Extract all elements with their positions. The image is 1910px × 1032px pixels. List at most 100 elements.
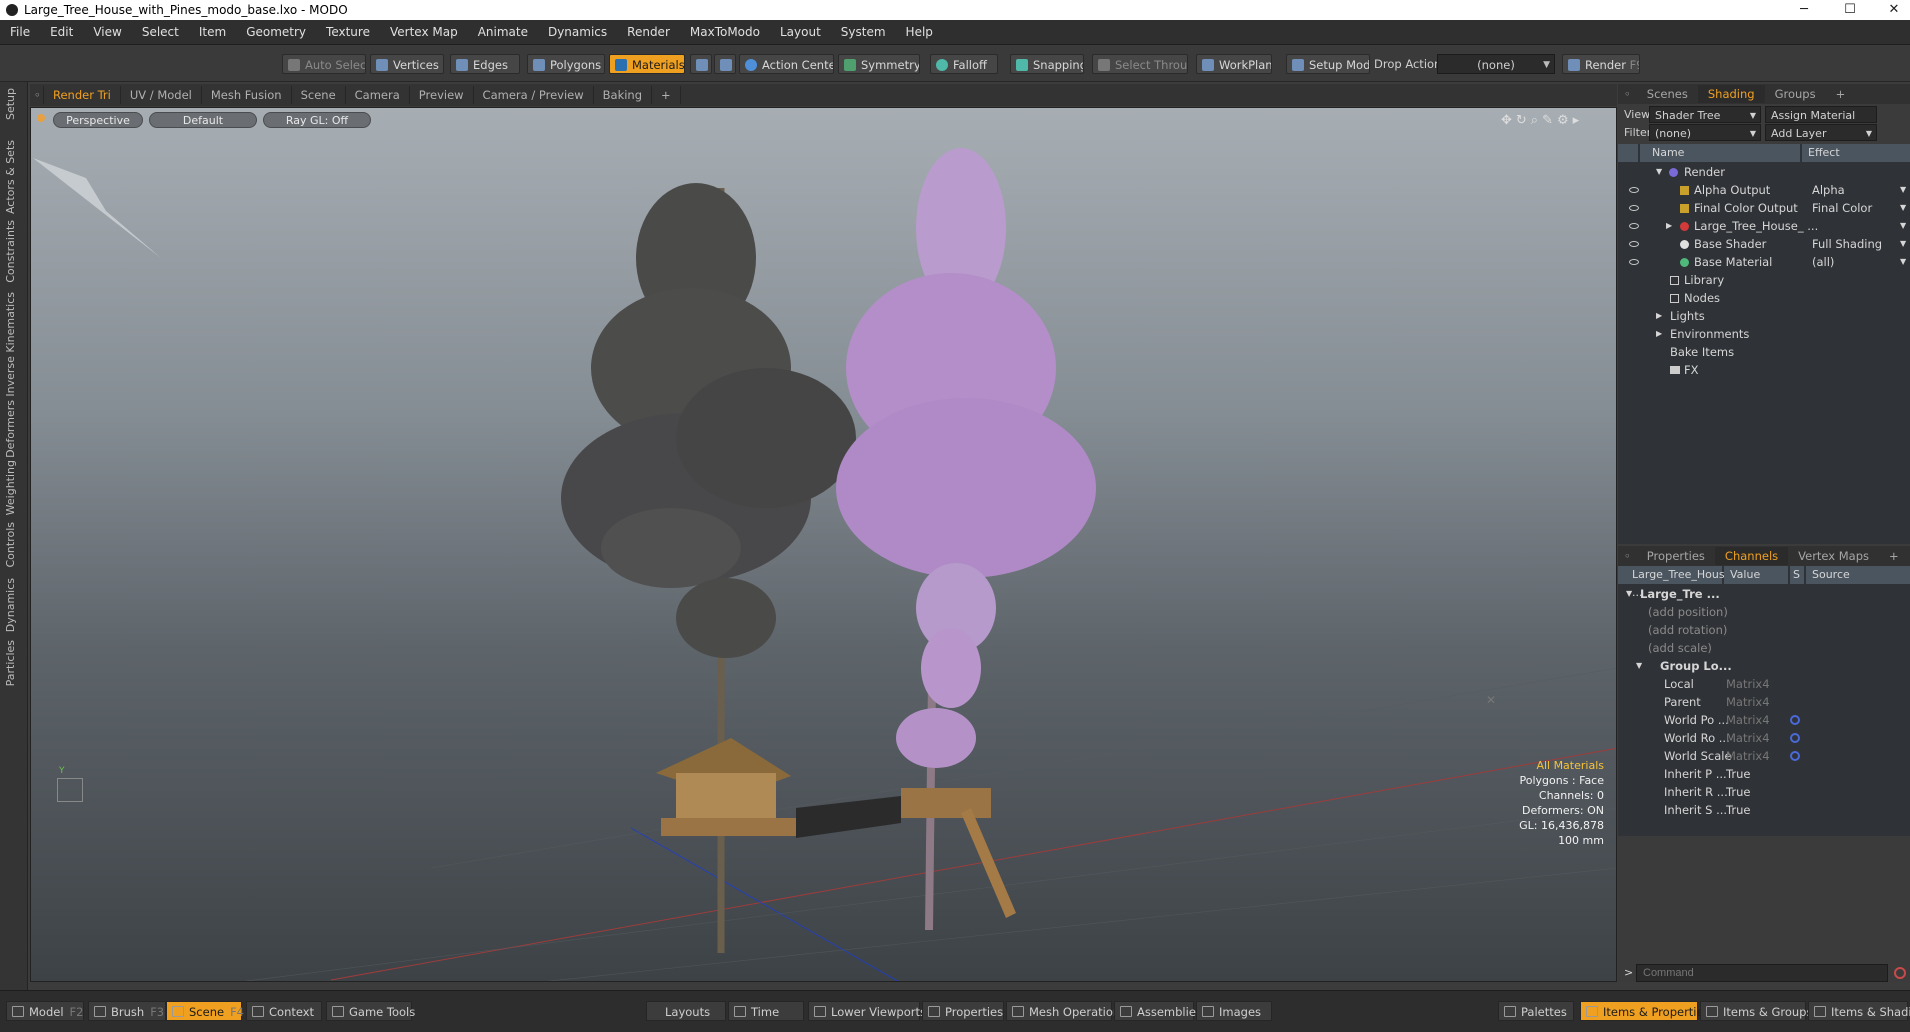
menu-edit[interactable]: Edit [40,25,83,39]
tab-controls[interactable]: Controls [4,522,17,568]
tree-row-large-tree-house[interactable]: ▶ Large_Tree_House_ ... ▼ [1618,217,1910,235]
edges-button[interactable]: Edges [450,54,520,74]
select-through-button[interactable]: Select Through [1092,54,1188,74]
s-column-header[interactable]: S [1790,566,1804,584]
tab-scenes[interactable]: Scenes [1637,85,1698,103]
render-button[interactable]: Render F9 [1562,54,1640,74]
symmetry-button[interactable]: Symmetry [838,54,920,74]
tree-row-library[interactable]: Library [1618,271,1910,289]
images-button[interactable]: Images [1196,1001,1272,1021]
menu-texture[interactable]: Texture [316,25,380,39]
auto-select-button[interactable]: Auto Select [282,54,366,74]
source-column-header[interactable]: Source [1806,566,1910,584]
panel-menu-icon[interactable]: ◦ [1618,547,1637,565]
expand-arrow-icon[interactable]: ▶ [1656,325,1662,343]
menu-item[interactable]: Item [189,25,236,39]
items-shading-button[interactable]: Items & Shading [1808,1001,1910,1021]
tree-row-base-shader[interactable]: Base Shader Full Shading ▼ [1618,235,1910,253]
panel-menu-icon[interactable]: ◦ [1618,85,1637,103]
vertices-button[interactable]: Vertices [370,54,444,74]
value-column-header[interactable]: Value [1724,566,1788,584]
3d-viewport[interactable]: Perspective Default Ray GL: Off ✥↻⌕✎⚙▸ Y… [30,107,1617,982]
chevron-down-icon[interactable]: ▼ [1900,235,1906,253]
tree-row-base-material[interactable]: Base Material (all) ▼ [1618,253,1910,271]
tab-mesh-fusion[interactable]: Mesh Fusion [202,86,292,104]
channel-row-world-position[interactable]: World Po ... Matrix4 [1618,711,1910,729]
channel-row-inherit-position[interactable]: Inherit P ... True [1618,765,1910,783]
add-layer-select[interactable]: Add Layer ▼ [1765,124,1877,141]
tab-setup[interactable]: Setup [4,88,17,120]
channel-row-inherit-scale[interactable]: Inherit S ... True [1618,801,1910,819]
add-panel-tab-button[interactable]: + [1826,85,1856,103]
menu-vertex-map[interactable]: Vertex Map [380,25,468,39]
channel-row-add-position[interactable]: (add position) [1618,603,1910,621]
tab-menu-icon[interactable]: ◦ [30,86,44,104]
channel-row-add-rotation[interactable]: (add rotation) [1618,621,1910,639]
record-icon[interactable] [1894,967,1906,979]
chevron-down-icon[interactable]: ▼ [1900,217,1906,235]
tab-groups[interactable]: Groups [1765,85,1826,103]
link-icon[interactable] [1790,751,1800,761]
tab-baking[interactable]: Baking [594,86,653,104]
expand-arrow-icon[interactable]: ▶ [1656,307,1662,325]
tab-render-tri[interactable]: Render Tri [44,86,121,104]
menu-select[interactable]: Select [132,25,189,39]
tab-dynamics[interactable]: Dynamics [4,578,17,632]
visibility-eye-icon[interactable] [1629,205,1639,211]
setup-mode-button[interactable]: Setup Mode [1286,54,1370,74]
chevron-down-icon[interactable]: ▼ [1900,253,1906,271]
link-icon[interactable] [1790,733,1800,743]
visibility-eye-icon[interactable] [1629,223,1639,229]
menu-view[interactable]: View [83,25,131,39]
channel-row-world-scale[interactable]: World Scale Matrix4 [1618,747,1910,765]
drop-action-select[interactable]: (none) ▼ [1437,54,1555,74]
tab-preview[interactable]: Preview [410,86,474,104]
model-layout-button[interactable]: Model F2 [6,1001,84,1021]
visibility-eye-icon[interactable] [1629,187,1639,193]
visibility-eye-icon[interactable] [1629,241,1639,247]
tab-shading[interactable]: Shading [1697,85,1765,103]
menu-render[interactable]: Render [617,25,680,39]
menu-maxtomodo[interactable]: MaxToModo [680,25,770,39]
tree-row-lights[interactable]: ▶ Lights [1618,307,1910,325]
tab-deformers[interactable]: Deformers [4,400,17,458]
properties-button[interactable]: Properties [922,1001,1004,1021]
menu-animate[interactable]: Animate [468,25,538,39]
tab-particles[interactable]: Particles [4,640,17,686]
select-mode-a-button[interactable] [690,54,712,74]
chevron-down-icon[interactable]: ▼ [1900,199,1906,217]
name-column-header[interactable]: Name [1640,144,1800,162]
tab-channels[interactable]: Channels [1714,547,1789,565]
snapping-button[interactable]: Snapping [1010,54,1084,74]
command-input[interactable] [1636,964,1888,982]
channel-row-local[interactable]: Local Matrix4 [1618,675,1910,693]
assemblies-button[interactable]: Assemblies [1114,1001,1202,1021]
select-mode-b-button[interactable] [714,54,736,74]
tab-properties[interactable]: Properties [1637,547,1715,565]
materials-button[interactable]: Materials [609,54,685,74]
channel-row-parent[interactable]: Parent Matrix4 [1618,693,1910,711]
chevron-down-icon[interactable]: ▼ [1900,181,1906,199]
assign-material-button[interactable]: Assign Material [1765,106,1877,123]
add-panel-tab-button[interactable]: + [1879,547,1909,565]
action-center-button[interactable]: Action Center [739,54,834,74]
tab-vertex-maps[interactable]: Vertex Maps [1788,547,1879,565]
channel-row-item[interactable]: ▼ Large_Tre ... [1618,585,1910,603]
falloff-button[interactable]: Falloff [930,54,998,74]
game-tools-layout-button[interactable]: Game Tools [326,1001,415,1021]
link-icon[interactable] [1790,715,1800,725]
menu-geometry[interactable]: Geometry [236,25,316,39]
tab-weighting[interactable]: Weighting [4,460,17,515]
tree-row-render[interactable]: ▼ Render [1618,163,1910,181]
channel-row-world-rotation[interactable]: World Ro ... Matrix4 [1618,729,1910,747]
menu-system[interactable]: System [831,25,896,39]
tree-row-final-color-output[interactable]: Final Color Output Final Color ▼ [1618,199,1910,217]
channel-row-add-scale[interactable]: (add scale) [1618,639,1910,657]
tree-row-alpha-output[interactable]: Alpha Output Alpha ▼ [1618,181,1910,199]
context-layout-button[interactable]: Context [246,1001,322,1021]
menu-file[interactable]: File [0,25,40,39]
tab-actors-sets[interactable]: Actors & Sets [4,140,17,214]
time-button[interactable]: Time [728,1001,804,1021]
menu-dynamics[interactable]: Dynamics [538,25,617,39]
channel-row-inherit-rotation[interactable]: Inherit R ... True [1618,783,1910,801]
